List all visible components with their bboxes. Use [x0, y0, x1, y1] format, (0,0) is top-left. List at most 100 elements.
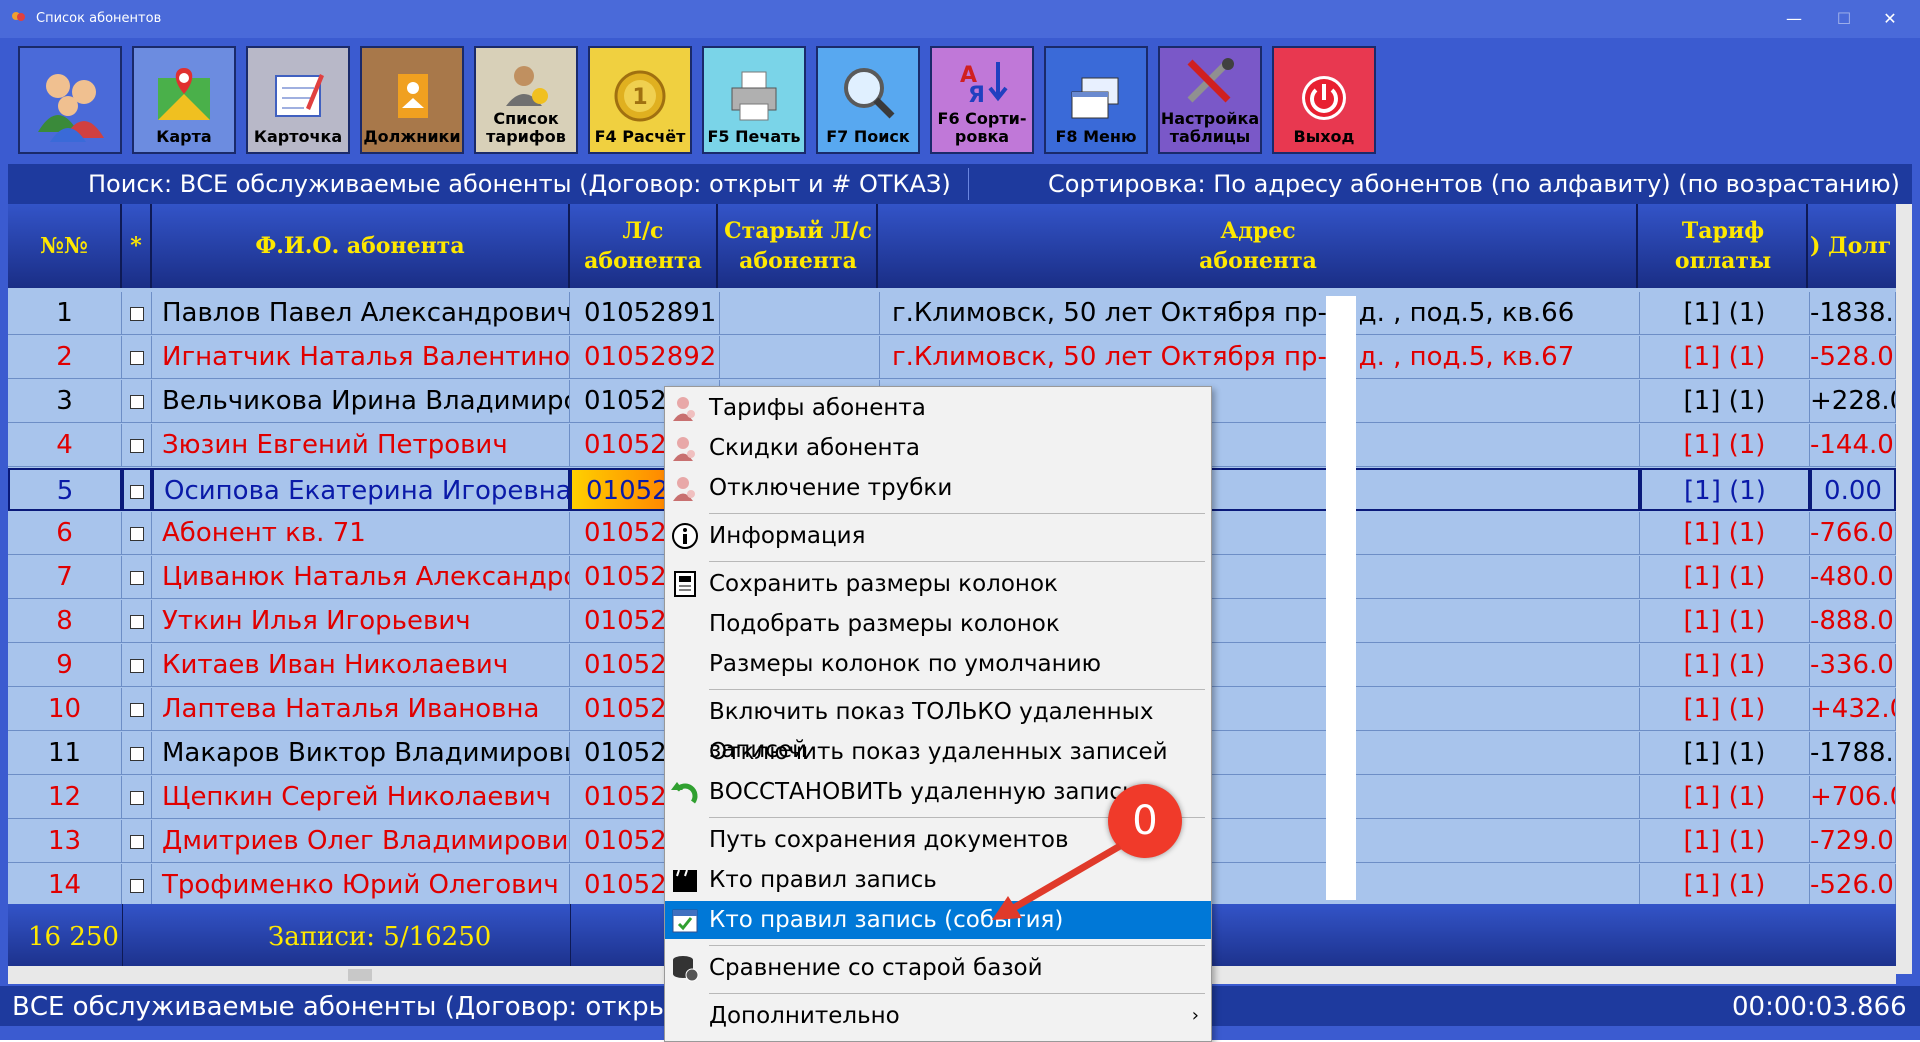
tariff[interactable]: [1] (1) [1640, 336, 1810, 379]
row-number[interactable]: 2 [8, 336, 122, 379]
debt-amount[interactable]: -729.00 [1810, 820, 1896, 863]
card-button[interactable]: Карточка [246, 46, 350, 154]
tariff[interactable]: [1] (1) [1640, 292, 1810, 335]
tariff[interactable]: [1] (1) [1640, 644, 1810, 687]
minimize-button[interactable]: — [1774, 6, 1814, 32]
subscriber-name[interactable]: Зюзин Евгений Петрович [152, 424, 570, 467]
row-checkbox[interactable] [122, 820, 152, 863]
menu-item-discounts[interactable]: Скидки абонента [665, 429, 1211, 467]
checkbox-square[interactable] [129, 878, 144, 893]
row-checkbox[interactable] [122, 292, 152, 335]
row-checkbox[interactable] [122, 424, 152, 467]
subscriber-name[interactable]: Лаптева Наталья Ивановна [152, 688, 570, 731]
checkbox-square[interactable] [129, 746, 144, 761]
checkbox-square[interactable] [129, 702, 144, 717]
debt-amount[interactable]: 0.00 [1810, 468, 1896, 511]
checkbox-square[interactable] [129, 570, 144, 585]
row-number[interactable]: 13 [8, 820, 122, 863]
account-number[interactable]: 01052892 [570, 336, 720, 379]
subscriber-name[interactable]: Абонент кв. 71 [152, 512, 570, 555]
row-number[interactable]: 6 [8, 512, 122, 555]
close-button[interactable]: ✕ [1870, 6, 1910, 32]
row-number[interactable]: 14 [8, 864, 122, 907]
row-checkbox[interactable] [122, 380, 152, 423]
row-checkbox[interactable] [122, 600, 152, 643]
subscriber-name[interactable]: Вельчикова Ирина Владимировна [152, 380, 570, 423]
row-checkbox[interactable] [122, 688, 152, 731]
checkbox-square[interactable] [129, 834, 144, 849]
table-row[interactable]: 1 Павлов Павел Александрович 01052891 г.Кли… [8, 292, 1896, 336]
subscriber-name[interactable]: Осипова Екатерина Игоревна [152, 468, 570, 511]
col-header-star[interactable]: * [122, 204, 152, 288]
checkbox-square[interactable] [129, 526, 144, 541]
tariff[interactable]: [1] (1) [1640, 732, 1810, 775]
row-checkbox[interactable] [122, 644, 152, 687]
address[interactable]: г.Климовск, 50 лет Октября пр-т, д. , по… [880, 292, 1640, 335]
debt-amount[interactable]: +706.00 [1810, 776, 1896, 819]
checkbox-square[interactable] [129, 350, 144, 365]
col-header-account[interactable]: Л/с абонента [570, 204, 718, 288]
row-number[interactable]: 11 [8, 732, 122, 775]
table-row[interactable]: 2 Игнатчик Наталья Валентиновна01052892 г.… [8, 336, 1896, 380]
row-number[interactable]: 8 [8, 600, 122, 643]
debt-amount[interactable]: -480.00 [1810, 556, 1896, 599]
row-checkbox[interactable] [122, 776, 152, 819]
debt-amount[interactable]: -526.00 [1810, 864, 1896, 907]
menu-item-hide-deleted[interactable]: Отключить показ удаленных записей [665, 733, 1211, 771]
table-settings-button[interactable]: Настройка таблицы [1158, 46, 1262, 154]
account-number[interactable]: 01052891 [570, 292, 720, 335]
menu-item-compare-db[interactable]: Сравнение со старой базой [665, 949, 1211, 987]
menu-item-show-deleted-only[interactable]: Включить показ ТОЛЬКО удаленных записей [665, 693, 1211, 763]
sort-button[interactable]: АЯ F6 Сорти-ровка [930, 46, 1034, 154]
tariff[interactable]: [1] (1) [1640, 820, 1810, 863]
menu-item-fit-columns[interactable]: Подобрать размеры колонок [665, 605, 1211, 643]
debt-amount[interactable]: -144.00 [1810, 424, 1896, 467]
debt-amount[interactable]: -766.00 [1810, 512, 1896, 555]
subscriber-name[interactable]: Дмитриев Олег Владимирович [152, 820, 570, 863]
row-number[interactable]: 4 [8, 424, 122, 467]
scroll-thumb[interactable] [348, 969, 372, 981]
maximize-button[interactable]: ☐ [1824, 6, 1864, 32]
subscriber-name[interactable]: Макаров Виктор Владимирович [152, 732, 570, 775]
row-checkbox[interactable] [122, 512, 152, 555]
checkbox-square[interactable] [129, 614, 144, 629]
menu-item-save-columns[interactable]: Сохранить размеры колонок [665, 565, 1211, 603]
checkbox-square[interactable] [129, 438, 144, 453]
subscriber-name[interactable]: Китаев Иван Николаевич [152, 644, 570, 687]
subscriber-name[interactable]: Циванюк Наталья Александровна [152, 556, 570, 599]
row-number[interactable]: 5 [8, 468, 122, 511]
row-checkbox[interactable] [122, 732, 152, 775]
users-button[interactable] [18, 46, 122, 154]
menu-item-who-edited-events[interactable]: Кто правил запись (события) [665, 901, 1211, 939]
tariff[interactable]: [1] (1) [1640, 776, 1810, 819]
checkbox-square[interactable] [129, 658, 144, 673]
row-number[interactable]: 3 [8, 380, 122, 423]
debt-amount[interactable]: +432.00 [1810, 688, 1896, 731]
tariff[interactable]: [1] (1) [1640, 600, 1810, 643]
tariff[interactable]: [1] (1) [1640, 424, 1810, 467]
tariff[interactable]: [1] (1) [1640, 468, 1810, 511]
checkbox-square[interactable] [129, 306, 144, 321]
map-button[interactable]: Карта [132, 46, 236, 154]
col-header-old-account[interactable]: Старый Л/с абонента [720, 204, 878, 288]
debtors-button[interactable]: Должники [360, 46, 464, 154]
menu-button[interactable]: F8 Меню [1044, 46, 1148, 154]
row-checkbox[interactable] [122, 336, 152, 379]
checkbox-square[interactable] [129, 790, 144, 805]
row-checkbox[interactable] [122, 468, 152, 511]
row-number[interactable]: 9 [8, 644, 122, 687]
exit-button[interactable]: Выход [1272, 46, 1376, 154]
col-header-fio[interactable]: Ф.И.О. абонента [152, 204, 570, 288]
menu-item-default-columns[interactable]: Размеры колонок по умолчанию [665, 645, 1211, 683]
tariffs-button[interactable]: Список тарифов [474, 46, 578, 154]
menu-item-additional[interactable]: Дополнительно › [665, 997, 1211, 1035]
menu-item-tariffs[interactable]: Тарифы абонента [665, 389, 1211, 427]
print-button[interactable]: F5 Печать [702, 46, 806, 154]
menu-item-who-edited[interactable]: Кто правил запись [665, 861, 1211, 899]
subscriber-name[interactable]: Уткин Илья Игорьевич [152, 600, 570, 643]
subscriber-name[interactable]: Павлов Павел Александрович [152, 292, 570, 335]
col-header-address[interactable]: Адрес абонента [880, 204, 1638, 288]
vertical-scrollbar[interactable] [1896, 204, 1912, 974]
menu-item-info[interactable]: Информация [665, 517, 1211, 555]
tariff[interactable]: [1] (1) [1640, 380, 1810, 423]
